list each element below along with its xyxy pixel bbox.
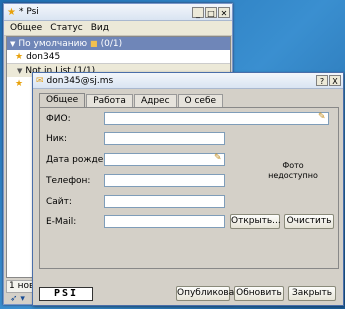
open-photo-button[interactable]: Открыть...	[230, 214, 281, 229]
vcard-dialog: ✉ don345@sj.ms ? X Общее Работа Адрес О …	[32, 72, 344, 306]
close-button[interactable]: ✕	[218, 6, 230, 18]
chevron-down-icon: ▼	[17, 66, 23, 75]
roster-group-default[interactable]: ▼ По умолчанию ■ (0/1)	[7, 37, 230, 50]
wand-icon[interactable]: ✎	[214, 153, 222, 163]
chevron-down-icon: ▼	[10, 39, 16, 48]
maximize-button[interactable]: □	[205, 6, 217, 18]
close-dialog-button[interactable]: Закрыть	[288, 286, 336, 301]
photo-text-line1: Фото	[282, 161, 304, 170]
psi-menu-bar: Общее Статус Вид	[4, 21, 232, 36]
group-label: По умолчанию	[18, 38, 88, 49]
lock-icon: ■	[90, 39, 98, 48]
clear-photo-button[interactable]: Очистить	[284, 214, 334, 229]
psi-window-title: * Psi	[18, 7, 39, 17]
psi-logo: PSI	[39, 287, 93, 301]
email-field[interactable]	[104, 215, 225, 228]
tab-bar: Общее Работа Адрес О себе	[39, 93, 224, 109]
label-fio: ФИО:	[46, 114, 71, 124]
tab-work[interactable]: Работа	[86, 94, 133, 108]
menu-status[interactable]: Статус	[50, 23, 83, 33]
phone-field[interactable]	[104, 174, 225, 187]
site-field[interactable]	[104, 195, 225, 208]
general-tab-panel: ФИО: ✎ Ник: Дата рождения: ✎ Телефон: Са…	[39, 107, 339, 269]
roster-contact[interactable]: ★ don345	[7, 50, 230, 63]
tab-about[interactable]: О себе	[177, 94, 224, 108]
birthdate-field[interactable]	[104, 153, 225, 166]
refresh-button[interactable]: Обновить	[234, 286, 284, 301]
psi-star-icon: ★	[7, 6, 16, 18]
minimize-button[interactable]: _	[192, 6, 204, 18]
fio-field[interactable]	[104, 112, 329, 125]
contact-status-icon: ★	[15, 51, 24, 62]
photo-text-line2: недоступно	[268, 171, 318, 180]
envelope-icon: ✉	[36, 75, 44, 86]
contact-name: don345	[26, 51, 61, 62]
help-button[interactable]: ?	[316, 75, 328, 86]
nick-field[interactable]	[104, 132, 225, 145]
label-email: E-Mail:	[46, 217, 77, 227]
dialog-title: don345@sj.ms	[46, 75, 114, 86]
dialog-close-button[interactable]: X	[329, 75, 341, 86]
label-site: Сайт:	[46, 197, 72, 207]
label-phone: Телефон:	[46, 176, 91, 186]
dialog-title-bar[interactable]: ✉ don345@sj.ms ? X	[33, 73, 343, 89]
contact-status-icon: ★	[15, 78, 24, 89]
wand-icon[interactable]: ✎	[318, 112, 326, 122]
menu-view[interactable]: Вид	[91, 23, 109, 33]
label-nick: Ник:	[46, 134, 68, 144]
status-bird-icon[interactable]: ➶ ▾	[10, 294, 25, 304]
tab-address[interactable]: Адрес	[133, 94, 177, 108]
group-count: (0/1)	[100, 38, 123, 49]
photo-placeholder: Фото недоступно	[263, 161, 323, 181]
menu-general[interactable]: Общее	[10, 23, 42, 33]
psi-title-bar[interactable]: ★ * Psi _ □ ✕	[4, 4, 232, 21]
publish-button[interactable]: Опубликовать	[176, 286, 245, 301]
